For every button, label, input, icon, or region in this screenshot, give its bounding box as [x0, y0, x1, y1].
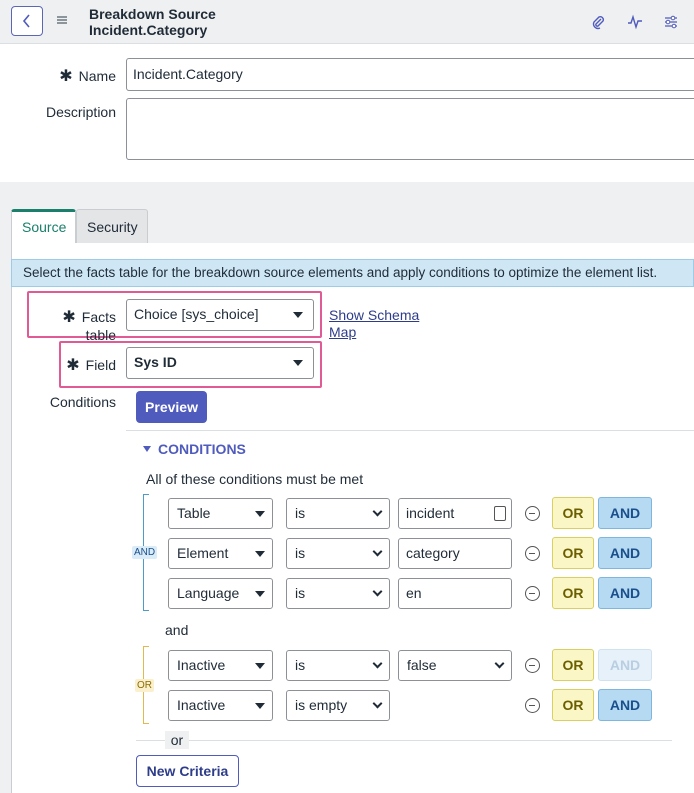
hamburger-icon[interactable]	[55, 13, 69, 27]
facts-table-select[interactable]: Choice [sys_choice]	[126, 299, 314, 331]
name-input[interactable]: Incident.Category	[126, 58, 694, 91]
info-message: Select the facts table for the breakdown…	[11, 259, 694, 287]
condition-field-select[interactable]: Inactive	[168, 650, 273, 681]
condition-value-input[interactable]: category	[398, 538, 512, 569]
field-select[interactable]: Sys ID	[126, 347, 314, 379]
facts-table-label: ✱ Facts table	[62, 309, 116, 343]
conditions-label: Conditions	[49, 394, 116, 410]
new-criteria-button[interactable]: New Criteria	[136, 755, 239, 787]
paperclip-icon[interactable]	[588, 12, 608, 32]
condition-field-select[interactable]: Element	[168, 538, 273, 569]
title-line-2: Incident.Category	[89, 22, 208, 38]
or-button[interactable]: OR	[552, 497, 594, 529]
or-button[interactable]: OR	[552, 649, 594, 681]
show-schema-map-link[interactable]: Show Schema Map	[329, 307, 419, 341]
form-header: Breakdown Source Incident.Category	[0, 0, 694, 44]
chevron-down-icon	[372, 698, 383, 709]
condition-field-select[interactable]: Table	[168, 498, 273, 529]
or-separator: or	[165, 731, 189, 749]
and-button[interactable]: AND	[598, 537, 652, 569]
chevron-down-icon	[255, 551, 265, 557]
tab-security[interactable]: Security	[76, 209, 148, 243]
condition-operator-select[interactable]: is	[286, 498, 390, 529]
condition-operator-select[interactable]: is	[286, 650, 390, 681]
chevron-down-icon	[293, 360, 303, 366]
title-line-1: Breakdown Source	[89, 6, 216, 22]
chevron-down-icon	[494, 658, 505, 669]
and-button-disabled: AND	[598, 649, 652, 681]
condition-value-input[interactable]: en	[398, 578, 512, 609]
chevron-down-icon	[255, 703, 265, 709]
reference-lookup-icon[interactable]	[494, 506, 506, 521]
or-separator-line	[136, 740, 672, 741]
group-join-text: and	[165, 622, 189, 638]
remove-condition-icon[interactable]	[525, 698, 540, 713]
or-button[interactable]: OR	[552, 689, 594, 721]
condition-operator-select[interactable]: is	[286, 538, 390, 569]
condition-operator-select[interactable]: is	[286, 578, 390, 609]
condition-value-select[interactable]: false	[398, 650, 512, 681]
condition-field-select[interactable]: Language	[168, 578, 273, 609]
name-label: ✱ Name	[59, 68, 116, 85]
settings-sliders-icon[interactable]	[661, 12, 681, 32]
condition-operator-select[interactable]: is empty	[286, 690, 390, 721]
required-icon: ✱	[59, 68, 73, 85]
description-textarea[interactable]	[126, 98, 694, 160]
chevron-down-icon	[372, 546, 383, 557]
required-icon: ✱	[66, 357, 80, 374]
chevron-down-icon	[255, 663, 265, 669]
activity-icon[interactable]	[625, 12, 645, 32]
tab-source[interactable]: Source	[11, 209, 76, 243]
or-tag: OR	[135, 679, 154, 692]
or-button[interactable]: OR	[552, 577, 594, 609]
condition-value-input[interactable]: incident	[398, 498, 512, 529]
page-title: Breakdown Source Incident.Category	[89, 6, 216, 38]
field-label: ✱ Field	[66, 357, 116, 374]
and-button[interactable]: AND	[598, 689, 652, 721]
caret-down-icon	[143, 446, 151, 452]
and-button[interactable]: AND	[598, 497, 652, 529]
conditions-divider	[126, 430, 694, 431]
chevron-down-icon	[293, 312, 303, 318]
conditions-toggle[interactable]: CONDITIONS	[143, 441, 246, 457]
description-label: Description	[45, 104, 116, 120]
chevron-down-icon	[372, 586, 383, 597]
preview-button[interactable]: Preview	[136, 391, 207, 423]
remove-condition-icon[interactable]	[525, 506, 540, 521]
remove-condition-icon[interactable]	[525, 658, 540, 673]
required-icon: ✱	[62, 309, 76, 326]
or-button[interactable]: OR	[552, 537, 594, 569]
condition-field-select[interactable]: Inactive	[168, 690, 273, 721]
chevron-down-icon	[372, 658, 383, 669]
and-tag: AND	[132, 546, 158, 559]
all-conditions-text: All of these conditions must be met	[146, 471, 364, 487]
chevron-down-icon	[255, 511, 265, 517]
and-button[interactable]: AND	[598, 577, 652, 609]
chevron-down-icon	[372, 506, 383, 517]
chevron-down-icon	[255, 591, 265, 597]
back-button[interactable]	[11, 6, 43, 36]
remove-condition-icon[interactable]	[525, 586, 540, 601]
remove-condition-icon[interactable]	[525, 546, 540, 561]
back-icon	[22, 14, 30, 28]
